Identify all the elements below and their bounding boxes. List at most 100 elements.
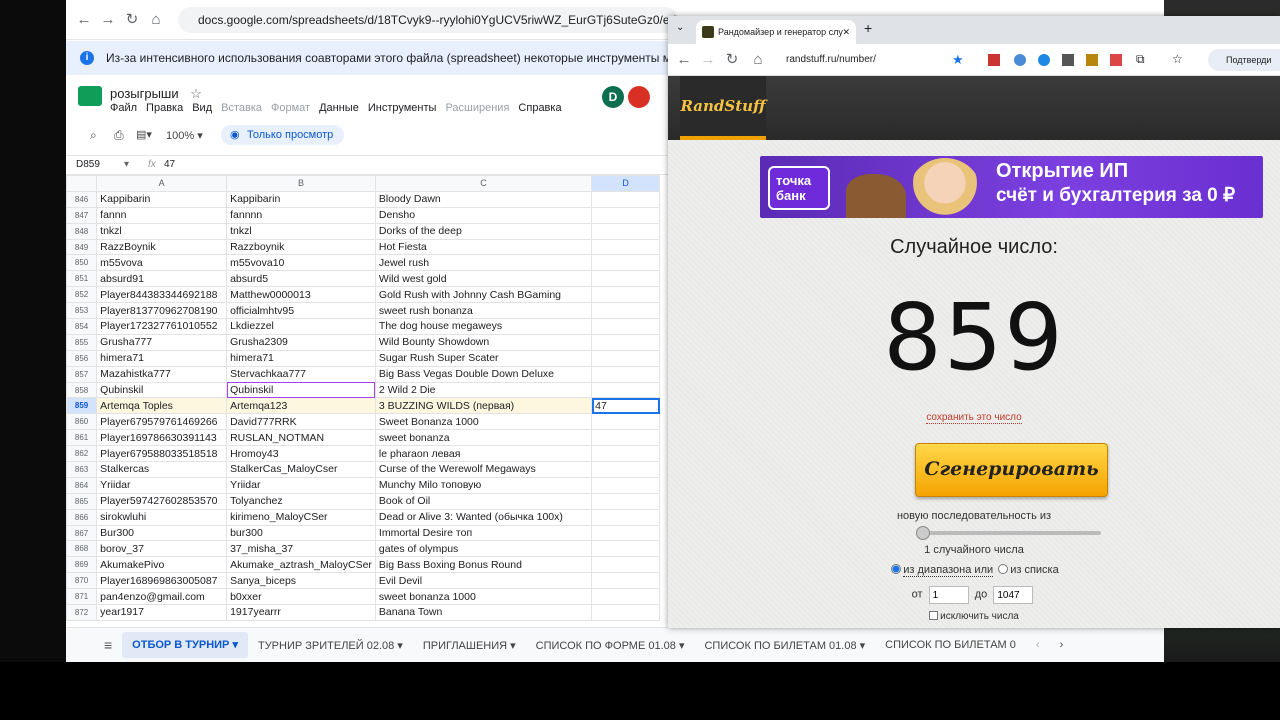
cell-b[interactable]: m55vova10 [226,254,376,272]
tab-close-icon[interactable]: ✕ [842,20,850,44]
cell-b[interactable]: Razzboynik [226,238,376,256]
cell-b[interactable]: Akumake_aztrash_MaloyCSer [226,556,376,574]
cell-c[interactable]: 2 Wild 2 Die [374,381,593,399]
row-number[interactable]: 869 [66,556,98,574]
cell-b[interactable]: absurd5 [226,270,376,288]
cell-d[interactable] [591,238,660,256]
cell-c[interactable]: Wild Bounty Showdown [374,333,593,351]
row-number[interactable]: 864 [66,476,98,494]
cell-b[interactable]: officialmhtv95 [226,302,376,320]
cell-c[interactable]: Banana Town [374,604,593,621]
cell-b[interactable]: Kappibarin [226,190,376,208]
cell-a[interactable]: borov_37 [96,540,228,558]
cell-a[interactable]: Player597427602853570 [96,492,228,510]
cell-c[interactable]: sweet bonanza 1000 [374,588,593,606]
cell-a[interactable]: Player813770962708190 [96,302,228,320]
cell-d[interactable] [591,286,660,304]
cell-a[interactable]: pan4enzo@gmail.com [96,588,228,606]
reload-icon[interactable]: ↻ [122,10,142,30]
cell-d[interactable] [591,604,660,621]
cell-b[interactable]: Matthew0000013 [226,286,376,304]
cell-a[interactable]: Grusha777 [96,333,228,351]
all-sheets-menu-icon[interactable]: ≡ [66,637,122,653]
zoom-select[interactable]: 100% ▾ [166,129,203,142]
cell-a[interactable]: year1917 [96,604,228,621]
cell-a[interactable]: Yriidar [96,476,228,494]
sheet-tab[interactable]: СПИСОК ПО ФОРМЕ 01.08 ▾ [526,639,695,652]
site-logo[interactable]: RandStuff [680,76,766,140]
forward-icon[interactable]: → [98,10,118,30]
menu-data[interactable]: Данные [319,102,359,114]
star-icon[interactable]: ☆ [190,86,202,101]
row-number[interactable]: 862 [66,445,98,463]
row-number[interactable]: 865 [66,492,98,510]
cell-b[interactable]: Qubinskil [226,381,376,399]
mode-range-radio[interactable] [891,564,902,574]
cell-b[interactable]: b0xxer [226,588,376,606]
cell-a[interactable]: Player679588033518518 [96,445,228,463]
extension-icon[interactable] [1086,54,1098,66]
row-number[interactable]: 846 [66,190,98,208]
exclude-label[interactable]: исключить числа [940,611,1019,622]
row-number[interactable]: 858 [66,381,98,399]
row-number[interactable]: 866 [66,508,98,526]
cell-c[interactable]: Dead or Alive 3: Wanted (обычка 100x) [374,508,593,526]
cell-c[interactable]: Hot Fiesta [374,238,593,256]
sheets-logo-icon[interactable] [78,86,102,106]
menu-insert[interactable]: Вставка [221,102,262,114]
cell-b[interactable]: Sanya_biceps [226,572,376,590]
cell-a[interactable]: Mazahistka777 [96,365,228,383]
cell-a[interactable]: AkumakePivo [96,556,228,574]
cell-c[interactable]: Big Bass Vegas Double Down Deluxe [374,365,593,383]
cell-d[interactable] [591,429,660,447]
collaborator-avatar[interactable] [628,86,650,108]
reload-icon[interactable]: ↻ [722,50,742,70]
row-number[interactable]: 867 [66,524,98,542]
from-input[interactable] [928,586,969,604]
row-number[interactable]: 857 [66,365,98,383]
bookmark-star-icon[interactable]: ★ [952,52,964,68]
cell-c[interactable]: sweet bonanza [374,429,593,447]
home-icon[interactable]: ⌂ [748,50,768,70]
row-number[interactable]: 855 [66,333,98,351]
cell-b[interactable]: Lkdiezzel [226,318,376,335]
cell-a[interactable]: Player169786630391143 [96,429,228,447]
cell-b[interactable]: kirimeno_MaloyCSer [226,508,376,526]
cell-b[interactable]: fannnn [226,206,376,224]
document-title[interactable]: розыгрыши ☆ [110,86,202,102]
cell-d[interactable] [591,413,660,431]
cell-d[interactable] [591,524,660,542]
cell-c[interactable]: gates of olympus [374,540,593,558]
count-slider-handle[interactable] [916,526,930,540]
back-icon[interactable]: ← [74,10,94,30]
cell-d[interactable] [591,572,660,590]
cell-a[interactable]: Artemqa Toples [96,397,228,415]
tabs-scroll-right-icon[interactable]: › [1050,639,1074,651]
gmail-icon[interactable] [1110,54,1122,66]
exclude-checkbox[interactable] [929,611,939,620]
menu-format[interactable]: Формат [271,102,310,114]
tab-search-icon[interactable]: ⌄ [676,22,684,33]
cell-d[interactable] [591,556,660,574]
cell-c[interactable]: Curse of the Werewolf Megaways [374,461,593,478]
browser-tab[interactable]: Рандомайзер и генератор слу ✕ [696,20,856,44]
extension-icon[interactable] [1038,54,1050,66]
save-number-link[interactable]: сохранить это число [926,412,1022,424]
cell-d[interactable] [591,270,660,288]
row-number[interactable]: 861 [66,429,98,447]
row-number[interactable]: 848 [66,222,98,240]
cell-b[interactable]: StalkerCas_MaloyCser [226,461,376,478]
cell-a[interactable]: m55vova [96,254,228,272]
extension-icon[interactable] [988,54,1000,66]
cell-d[interactable] [591,492,660,510]
row-number[interactable]: 847 [66,206,98,224]
advertisement-banner[interactable]: точка банк Открытие ИП счёт и бухгалтери… [760,156,1263,218]
cell-c[interactable]: Wild west gold [374,270,593,288]
cell-b[interactable]: 37_misha_37 [226,540,376,558]
cell-c[interactable]: Jewel rush [374,254,593,272]
cell-d[interactable] [591,381,660,399]
row-number[interactable]: 849 [66,238,98,256]
sheet-tab[interactable]: СПИСОК ПО БИЛЕТАМ 0 [875,639,1026,651]
to-input[interactable] [993,586,1034,604]
cell-b[interactable]: David777RRK [226,413,376,431]
